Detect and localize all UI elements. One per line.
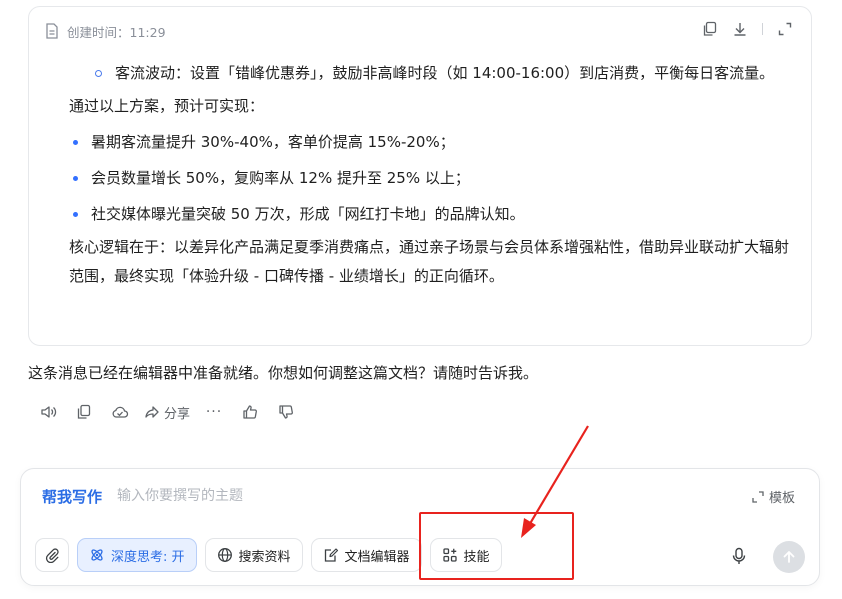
copy-icon[interactable]: [702, 21, 718, 37]
document-body: 客流波动：设置「错峰优惠券」，鼓励非高峰时段（如 14:00-16:00）到店消…: [69, 59, 799, 291]
document-header: 创建时间：11:29: [45, 21, 166, 41]
speaker-icon[interactable]: [30, 401, 66, 423]
intro-paragraph: 通过以上方案，预计可实现：: [69, 97, 265, 115]
arrow-up-icon: [782, 550, 796, 564]
deep-think-toggle[interactable]: 深度思考: 开: [77, 538, 197, 572]
paperclip-icon: [44, 547, 60, 563]
bullet-dot: [73, 140, 78, 145]
document-icon: [45, 23, 59, 39]
grid-icon: [442, 547, 458, 563]
summary-paragraph: 核心逻辑在于：以差异化产品满足夏季消费痛点，通过亲子场景与会员体系增强粘性，借助…: [69, 238, 790, 285]
send-button[interactable]: [773, 541, 805, 573]
document-editor-button[interactable]: 文档编辑器: [310, 538, 422, 572]
bullet-dot: [73, 212, 78, 217]
template-button[interactable]: 模板: [751, 487, 795, 506]
expand-icon: [751, 490, 765, 504]
composer-toolbar: 深度思考: 开 搜索资料 文档编辑器 技能: [35, 538, 502, 572]
share-icon: [144, 404, 160, 420]
toolbar-divider: [762, 23, 763, 35]
created-time: 创建时间：11:29: [67, 24, 166, 40]
more-options-button[interactable]: ···: [196, 401, 232, 423]
writing-mode-label[interactable]: 帮我写作: [42, 486, 102, 507]
cloud-save-icon[interactable]: [102, 401, 138, 423]
skills-button[interactable]: 技能: [429, 538, 502, 572]
hollow-bullet: [95, 70, 102, 77]
list-item: 客流波动：设置「错峰优惠券」，鼓励非高峰时段（如 14:00-16:00）到店消…: [69, 59, 799, 88]
expand-icon[interactable]: [777, 21, 793, 37]
thumbs-up-icon[interactable]: [232, 401, 268, 423]
microphone-icon[interactable]: [731, 547, 747, 569]
bullet-dot: [73, 176, 78, 181]
message-actions: 分享 ···: [30, 401, 304, 423]
assistant-message: 这条消息已经在编辑器中准备就绪。你想如何调整这篇文档？请随时告诉我。: [28, 364, 539, 382]
list-item: 会员数量增长 50%，复购率从 12% 提升至 25% 以上；: [69, 164, 799, 193]
search-sources-button[interactable]: 搜索资料: [204, 538, 303, 572]
thumbs-down-icon[interactable]: [268, 401, 304, 423]
topic-input[interactable]: [117, 484, 617, 508]
globe-icon: [217, 547, 233, 563]
copy-icon[interactable]: [66, 401, 102, 423]
atom-icon: [89, 547, 105, 563]
document-card: 创建时间：11:29 客流波动：设置「错峰优惠券」，鼓励非高峰时段（如 14:0…: [28, 6, 812, 346]
edit-document-icon: [323, 547, 339, 563]
share-button[interactable]: 分享: [138, 401, 196, 423]
document-toolbar: [702, 21, 793, 37]
list-item: 暑期客流量提升 30%-40%，客单价提高 15%-20%；: [69, 128, 799, 157]
list-item: 社交媒体曝光量突破 50 万次，形成「网红打卡地」的品牌认知。: [69, 200, 799, 229]
attach-button[interactable]: [35, 538, 69, 572]
composer: 帮我写作 模板 深度思考: 开 搜索资料: [20, 468, 820, 586]
download-icon[interactable]: [732, 21, 748, 37]
